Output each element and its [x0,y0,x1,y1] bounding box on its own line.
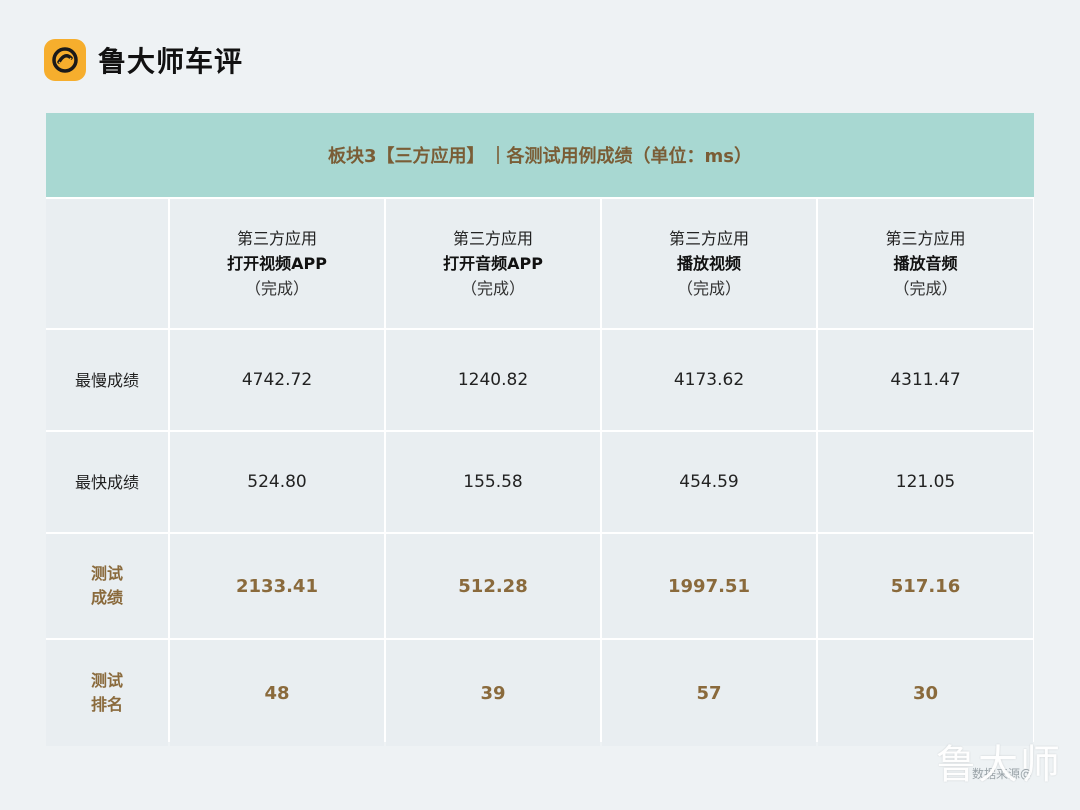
table-cell: 524.80 [170,432,384,532]
column-header: 第三方应用 打开音频APP （完成） [386,199,600,328]
column-header-line1: 第三方应用 [452,229,533,248]
row-label-line2: 排名 [90,695,123,714]
column-header-line1: 第三方应用 [668,229,749,248]
column-header-line2: 打开视频APP [227,254,327,273]
column-header: 第三方应用 播放音频 （完成） [818,199,1033,328]
title-separator [496,146,499,164]
column-header-line3: （完成） [244,279,309,298]
score-cell: 517.16 [818,534,1033,638]
table-title-right: 各测试用例成绩（单位：ms） [506,146,752,167]
rank-cell: 48 [170,640,384,746]
row-label-test-rank: 测试 排名 [46,640,168,746]
row-label-slowest: 最慢成绩 [46,330,168,430]
table-cell: 121.05 [818,432,1033,532]
corner-cell [46,199,168,328]
column-header-line2: 播放音频 [893,254,958,273]
table-cell: 1240.82 [386,330,600,430]
rank-cell: 30 [818,640,1033,746]
table-title: 板块3【三方应用】 各测试用例成绩（单位：ms） [46,113,1034,197]
column-header: 第三方应用 打开视频APP （完成） [170,199,384,328]
row-label-line2: 成绩 [90,588,123,607]
table-grid: 第三方应用 打开视频APP （完成） 第三方应用 打开音频APP （完成） 第三… [46,197,1034,746]
table-cell: 454.59 [602,432,816,532]
watermark-text: 鲁大师 [936,742,1062,788]
column-header-line1: 第三方应用 [236,229,317,248]
score-cell: 512.28 [386,534,600,638]
column-header-line3: （完成） [460,279,525,298]
results-table: 板块3【三方应用】 各测试用例成绩（单位：ms） 第三方应用 打开视频APP （… [46,113,1034,746]
table-title-left: 板块3【三方应用】 [328,146,485,167]
rank-cell: 57 [602,640,816,746]
score-cell: 2133.41 [170,534,384,638]
column-header-line3: （完成） [676,279,741,298]
table-cell: 155.58 [386,432,600,532]
score-cell: 1997.51 [602,534,816,638]
brand-logo-icon [44,39,86,81]
table-cell: 4173.62 [602,330,816,430]
link-icon [52,47,78,73]
brand-name: 鲁大师车评 [98,45,244,78]
brand-header: 鲁大师车评 [44,38,243,82]
column-header-line2: 播放视频 [676,254,741,273]
row-label-test-score: 测试 成绩 [46,534,168,638]
rank-cell: 39 [386,640,600,746]
column-header: 第三方应用 播放视频 （完成） [602,199,816,328]
column-header-line1: 第三方应用 [885,229,966,248]
table-cell: 4311.47 [818,330,1033,430]
row-label-line1: 测试 [90,564,123,583]
table-cell: 4742.72 [170,330,384,430]
row-label-fastest: 最快成绩 [46,432,168,532]
row-label-line1: 测试 [90,671,123,690]
column-header-line3: （完成） [893,279,958,298]
column-header-line2: 打开音频APP [443,254,543,273]
